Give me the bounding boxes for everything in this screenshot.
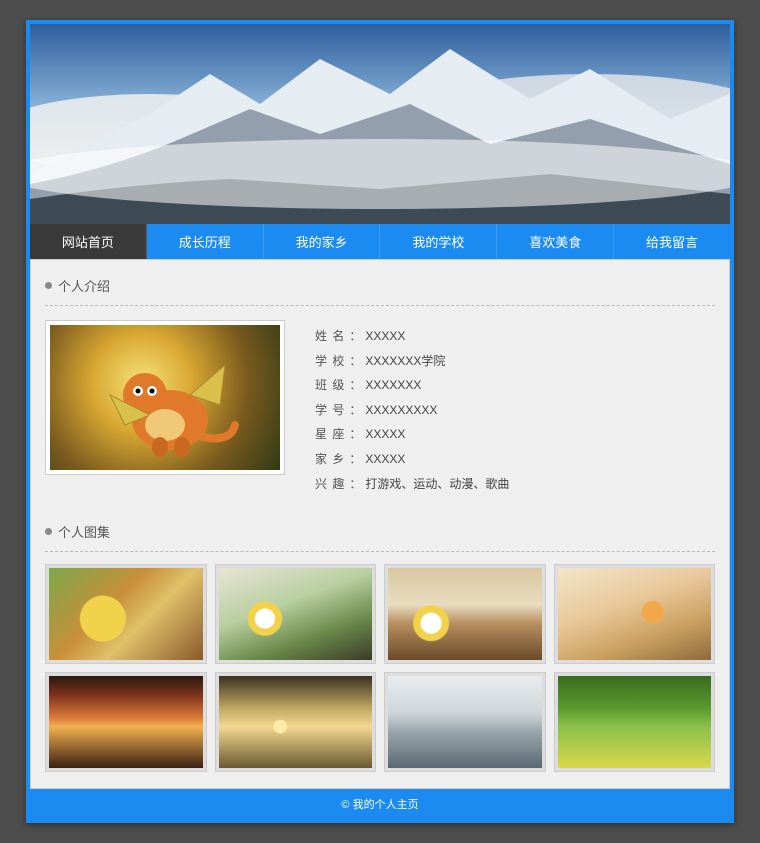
gallery-thumb[interactable] <box>554 672 716 772</box>
field-label: 班 级 <box>315 373 345 398</box>
field-value: XXXXX <box>365 422 405 447</box>
header-banner <box>30 24 730 224</box>
separator: ： <box>345 447 365 472</box>
gallery-thumb[interactable] <box>45 672 207 772</box>
section-title-intro: 个人介绍 <box>45 270 715 306</box>
field-value: XXXXXXXXX <box>365 398 437 423</box>
profile-info-list: 姓 名：XXXXX 学 校：XXXXXXX学院 班 级：XXXXXXX 学 号：… <box>315 320 715 496</box>
nav-label: 成长历程 <box>179 235 231 250</box>
gallery-thumb[interactable] <box>215 564 377 664</box>
gallery-thumb[interactable] <box>384 672 546 772</box>
nav-label: 喜欢美食 <box>529 235 581 250</box>
thumb-image <box>219 676 373 768</box>
field-value: XXXXX <box>365 447 405 472</box>
nav-label: 我的学校 <box>412 235 464 250</box>
page-container: 网站首页 成长历程 我的家乡 我的学校 喜欢美食 给我留言 个人介绍 <box>26 20 734 823</box>
separator: ： <box>345 472 365 497</box>
intro-body: 姓 名：XXXXX 学 校：XXXXXXX学院 班 级：XXXXXXX 学 号：… <box>45 306 715 516</box>
bullet-icon <box>45 528 52 535</box>
nav-label: 我的家乡 <box>296 235 348 250</box>
field-label: 学 号 <box>315 398 345 423</box>
thumb-image <box>558 568 712 660</box>
thumb-image <box>49 676 203 768</box>
separator: ： <box>345 349 365 374</box>
separator: ： <box>345 324 365 349</box>
page-footer: © 我的个人主页 <box>30 789 730 819</box>
thumb-image <box>388 676 542 768</box>
field-label: 星 座 <box>315 422 345 447</box>
thumb-image <box>219 568 373 660</box>
gallery-thumb[interactable] <box>215 672 377 772</box>
separator: ： <box>345 398 365 423</box>
profile-row-hometown: 家 乡：XXXXX <box>315 447 715 472</box>
separator: ： <box>345 422 365 447</box>
thumb-image <box>558 676 712 768</box>
field-value: XXXXX <box>365 324 405 349</box>
thumb-image <box>388 568 542 660</box>
separator: ： <box>345 373 365 398</box>
field-value: 打游戏、运动、动漫、歌曲 <box>365 472 509 497</box>
nav-item-growth[interactable]: 成长历程 <box>147 224 264 259</box>
nav-label: 网站首页 <box>62 235 114 250</box>
section-title-text: 个人介绍 <box>58 276 110 295</box>
profile-row-class: 班 级：XXXXXXX <box>315 373 715 398</box>
main-nav: 网站首页 成长历程 我的家乡 我的学校 喜欢美食 给我留言 <box>30 224 730 259</box>
footer-text: © 我的个人主页 <box>341 799 418 811</box>
avatar-image <box>50 325 280 470</box>
field-value: XXXXXXX <box>365 373 421 398</box>
bullet-icon <box>45 282 52 289</box>
profile-row-id: 学 号：XXXXXXXXX <box>315 398 715 423</box>
field-label: 姓 名 <box>315 324 345 349</box>
nav-item-hometown[interactable]: 我的家乡 <box>264 224 381 259</box>
gallery-grid <box>45 552 715 778</box>
nav-label: 给我留言 <box>646 235 698 250</box>
gallery-thumb[interactable] <box>384 564 546 664</box>
gallery-thumb[interactable] <box>45 564 207 664</box>
field-label: 家 乡 <box>315 447 345 472</box>
thumb-image <box>49 568 203 660</box>
field-value: XXXXXXX学院 <box>365 349 445 374</box>
avatar-frame <box>45 320 285 475</box>
nav-item-home[interactable]: 网站首页 <box>30 224 147 259</box>
nav-item-guestbook[interactable]: 给我留言 <box>614 224 730 259</box>
mountain-illustration <box>30 24 730 224</box>
profile-row-hobby: 兴 趣：打游戏、运动、动漫、歌曲 <box>315 472 715 497</box>
dragon-illustration <box>50 325 280 470</box>
content-area: 个人介绍 <box>30 259 730 789</box>
profile-row-name: 姓 名：XXXXX <box>315 324 715 349</box>
profile-row-zodiac: 星 座：XXXXX <box>315 422 715 447</box>
field-label: 兴 趣 <box>315 472 345 497</box>
nav-item-school[interactable]: 我的学校 <box>380 224 497 259</box>
profile-row-school: 学 校：XXXXXXX学院 <box>315 349 715 374</box>
section-title-gallery: 个人图集 <box>45 516 715 552</box>
field-label: 学 校 <box>315 349 345 374</box>
section-title-text: 个人图集 <box>58 522 110 541</box>
nav-item-food[interactable]: 喜欢美食 <box>497 224 614 259</box>
gallery-thumb[interactable] <box>554 564 716 664</box>
